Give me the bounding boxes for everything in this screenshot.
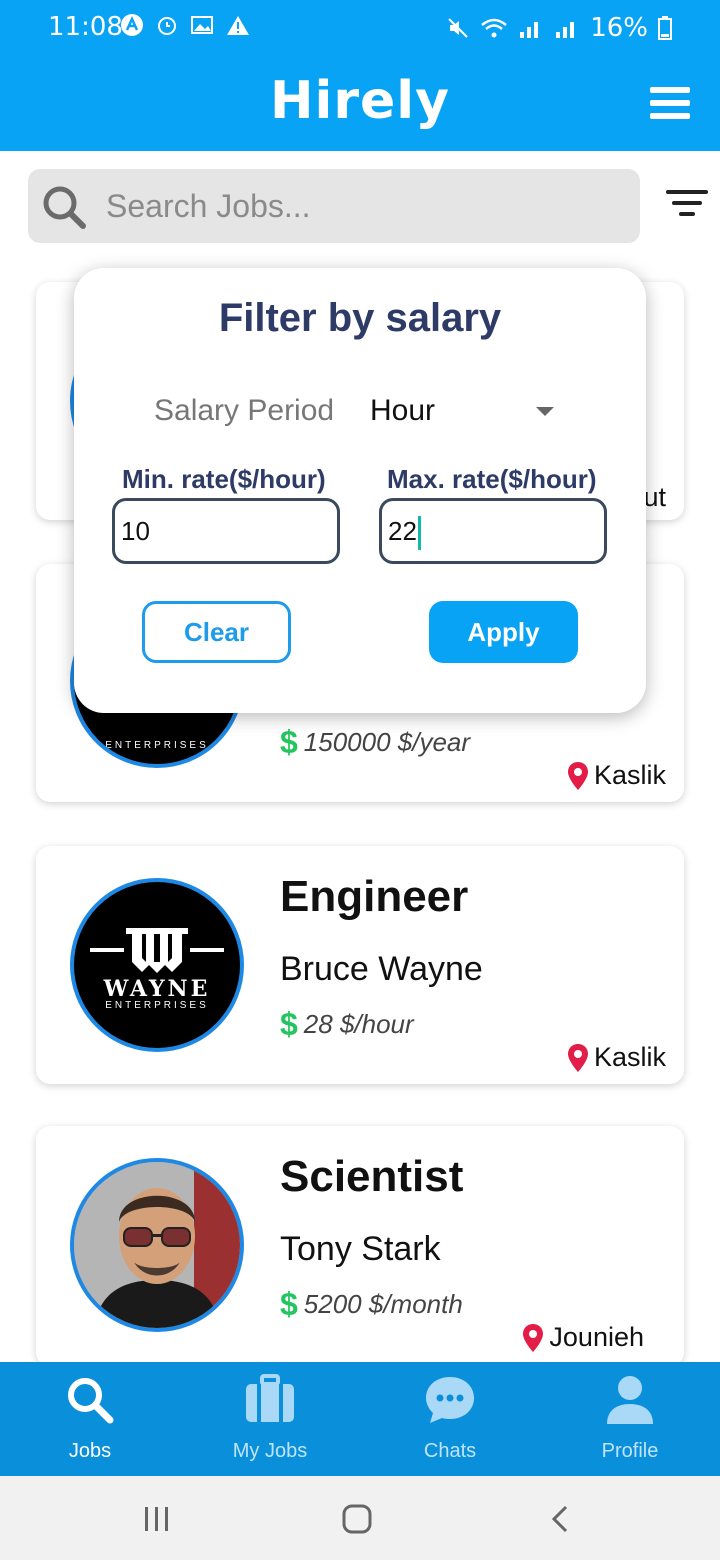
nav-label: Jobs — [68, 1440, 112, 1462]
min-rate-input[interactable]: 10 — [112, 498, 340, 564]
salary-filter-modal: Filter by salary Salary Period Hour Min.… — [74, 268, 646, 713]
briefcase-icon — [246, 1374, 294, 1422]
clear-button[interactable]: Clear — [142, 601, 291, 663]
wayne-logo — [90, 928, 224, 973]
job-location: Kaslik — [567, 760, 666, 791]
hamburger-menu-icon[interactable] — [650, 87, 690, 119]
modal-title: Filter by salary — [218, 296, 502, 340]
employer-photo — [70, 1158, 244, 1332]
search-bar[interactable] — [28, 169, 640, 243]
chat-bubble-icon — [426, 1377, 474, 1423]
app-header: Hirely — [0, 55, 720, 151]
signal-icon — [520, 22, 539, 38]
job-location: Kaslik — [567, 1042, 666, 1073]
alarm-icon — [158, 17, 176, 35]
warning-icon — [227, 16, 249, 35]
image-icon — [191, 16, 213, 34]
app-notification-icon — [121, 14, 143, 36]
salary-period-dropdown[interactable]: Hour — [370, 386, 570, 436]
app-logo-title: Hirely — [270, 71, 450, 131]
status-system-icons: 16% — [446, 13, 672, 43]
status-time: 11:08 — [48, 12, 123, 42]
logo-subtext: ENTERPRISES — [105, 1000, 209, 1011]
salary-period-label: Salary Period — [154, 394, 335, 427]
search-icon — [68, 1378, 114, 1424]
min-rate-label: Min. rate($/hour) — [122, 464, 326, 494]
chevron-down-icon — [536, 407, 554, 416]
home-icon[interactable] — [341, 1503, 373, 1535]
job-salary: $ 28 $/hour — [280, 1006, 414, 1042]
max-rate-input[interactable]: 22 — [379, 498, 607, 564]
job-employer: Bruce Wayne — [280, 950, 483, 988]
logo-text: ENTERPRISES — [105, 740, 209, 751]
salary-period-value: Hour — [370, 394, 436, 427]
nav-label: My Jobs — [232, 1440, 308, 1462]
mute-icon — [448, 18, 468, 38]
job-salary: $ 150000 $/year — [280, 724, 471, 760]
battery-icon — [658, 16, 672, 40]
nav-tab-my-jobs[interactable]: My Jobs — [180, 1362, 360, 1476]
dollar-icon: $ — [280, 724, 298, 760]
apply-button[interactable]: Apply — [429, 601, 578, 663]
recent-apps-icon[interactable] — [142, 1504, 172, 1534]
location-pin-icon — [567, 1043, 588, 1072]
user-icon — [607, 1376, 653, 1424]
battery-percent: 16% — [590, 13, 648, 43]
search-icon — [43, 186, 86, 229]
status-notification-icons — [120, 13, 250, 37]
nav-tab-chats[interactable]: Chats — [360, 1362, 540, 1476]
logo-text: WAYNE — [103, 976, 211, 1002]
job-card[interactable]: Scientist Tony Stark $ 5200 $/month Joun… — [36, 1126, 684, 1366]
signal-icon-2 — [556, 22, 575, 38]
nav-label: Chats — [423, 1440, 477, 1462]
dollar-icon: $ — [280, 1286, 298, 1322]
job-location: ut — [643, 482, 666, 512]
location-pin-icon — [567, 761, 588, 790]
search-input[interactable] — [106, 169, 626, 243]
person-portrait — [74, 1162, 240, 1328]
job-salary: $ 5200 $/month — [280, 1286, 463, 1322]
job-title: Engineer — [280, 872, 469, 921]
nav-tab-jobs[interactable]: Jobs — [0, 1362, 180, 1476]
system-navigation-bar — [0, 1476, 720, 1560]
max-rate-label: Max. rate($/hour) — [387, 464, 597, 494]
nav-label: Profile — [601, 1440, 659, 1462]
location-pin-icon — [523, 1323, 544, 1352]
status-bar: 11:08 16% — [0, 0, 720, 55]
wifi-icon — [481, 18, 508, 38]
nav-tab-profile[interactable]: Profile — [540, 1362, 720, 1476]
job-card[interactable]: WAYNE ENTERPRISES Engineer Bruce Wayne $… — [36, 846, 684, 1084]
job-employer: Tony Stark — [280, 1230, 441, 1268]
job-title: Scientist — [280, 1152, 464, 1201]
text-cursor — [417, 516, 421, 551]
job-location: Jounieh — [523, 1322, 644, 1353]
bottom-navigation: Jobs My Jobs Chats Profile — [0, 1362, 720, 1476]
filter-icon[interactable] — [666, 190, 708, 222]
company-logo: WAYNE ENTERPRISES — [70, 878, 244, 1052]
back-icon[interactable] — [548, 1504, 572, 1534]
dollar-icon: $ — [280, 1006, 298, 1042]
